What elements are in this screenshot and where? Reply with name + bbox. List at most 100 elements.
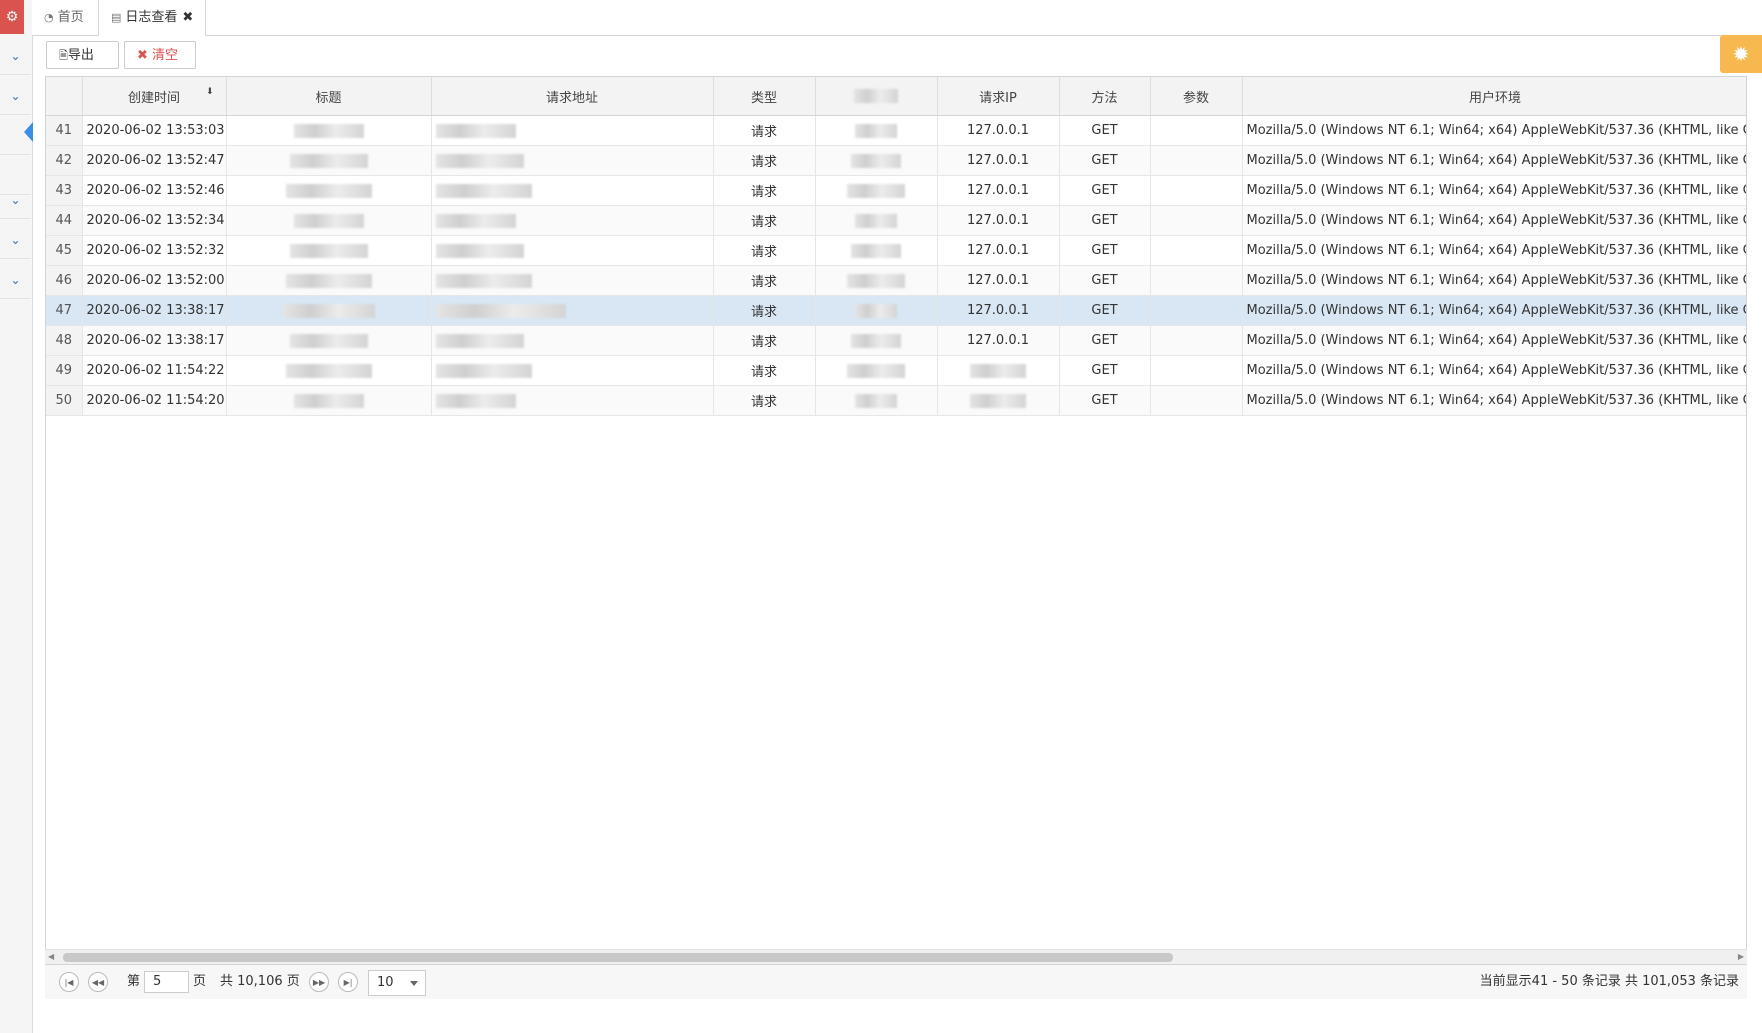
cell-created: 2020-06-02 13:52:46	[82, 175, 227, 206]
last-page-icon[interactable]: ▶|	[338, 972, 358, 992]
cell-params	[1150, 385, 1243, 416]
prev-page-icon[interactable]: ◀◀	[88, 972, 108, 992]
cell-ua: Mozilla/5.0 (Windows NT 6.1; Win64; x64)…	[1242, 295, 1746, 326]
export-button[interactable]: 🗎导出	[46, 41, 119, 69]
cell-ip: 127.0.0.1	[937, 145, 1060, 176]
cell-params	[1150, 115, 1243, 146]
cell-ip: 127.0.0.1	[937, 325, 1060, 356]
row-number: 50	[46, 385, 83, 416]
cell-url-redacted	[431, 115, 714, 146]
cell-method: GET	[1059, 175, 1151, 206]
redacted-value	[435, 213, 516, 228]
tab-log-view[interactable]: ▤ 日志查看 ✖	[98, 0, 207, 36]
col-header-created[interactable]: 创建时间 ⬇	[82, 77, 227, 116]
table-row[interactable]: 43 2020-06-02 13:52:46 请求 127.0.0.1 GET Mozil…	[46, 175, 1746, 206]
page-size-select[interactable]: 10	[368, 970, 426, 996]
col-header-url[interactable]: 请求地址	[431, 77, 714, 116]
redacted-value	[285, 273, 372, 288]
table-row[interactable]: 46 2020-06-02 13:52:00 请求 127.0.0.1 GET Mozil…	[46, 265, 1746, 296]
first-page-icon[interactable]: |◀	[59, 972, 79, 992]
row-number: 49	[46, 355, 83, 386]
redacted-value	[282, 303, 375, 318]
col-header-title[interactable]: 标题	[226, 77, 432, 116]
cell-method: GET	[1059, 355, 1151, 386]
settings-gear-icon[interactable]: ✹	[1720, 35, 1762, 73]
cell-title-redacted	[226, 145, 432, 176]
clear-label: 清空	[152, 48, 179, 63]
col-header-type[interactable]: 类型	[713, 77, 816, 116]
col-header-method[interactable]: 方法	[1059, 77, 1151, 116]
redacted-value	[855, 393, 897, 408]
horizontal-scrollbar[interactable]: ◀ ▶	[45, 949, 1747, 964]
clear-button[interactable]: ✖ 清空	[124, 41, 196, 69]
cell-type: 请求	[713, 325, 816, 356]
network-icon[interactable]: ⚙	[0, 0, 24, 34]
chevron-down-icon[interactable]: ⌄	[0, 38, 31, 75]
tab-home[interactable]: ◔ 首页	[32, 0, 96, 35]
table-row[interactable]: 44 2020-06-02 13:52:34 请求 127.0.0.1 GET Mozil…	[46, 205, 1746, 236]
table-row[interactable]: 45 2020-06-02 13:52:32 请求 127.0.0.1 GET Mozil…	[46, 235, 1746, 266]
cell-redacted	[815, 295, 938, 326]
cell-url-redacted	[431, 145, 714, 176]
page-number-input[interactable]: 5	[144, 971, 189, 993]
close-icon[interactable]: ✖	[182, 10, 193, 25]
cell-params	[1150, 265, 1243, 296]
cell-ua: Mozilla/5.0 (Windows NT 6.1; Win64; x64)…	[1242, 385, 1746, 416]
row-number: 42	[46, 145, 83, 176]
list-icon: ▤	[111, 11, 122, 24]
col-header-ua[interactable]: 用户环境	[1242, 77, 1746, 116]
table-row[interactable]: 50 2020-06-02 11:54:20 请求 GET Mozilla/5.0 (W…	[46, 385, 1746, 416]
chevron-down-icon[interactable]: ⌄	[0, 222, 31, 259]
col-header-redacted[interactable]	[815, 77, 938, 116]
cell-params	[1150, 355, 1243, 386]
cell-url-redacted	[431, 295, 714, 326]
scrollbar-thumb[interactable]	[63, 953, 1173, 962]
row-number: 47	[46, 295, 83, 326]
cell-url-redacted	[431, 205, 714, 236]
chevron-down-icon[interactable]: ⌄	[0, 182, 31, 219]
cell-method: GET	[1059, 145, 1151, 176]
sort-desc-icon[interactable]: ⬇	[206, 87, 214, 97]
chevron-down-icon[interactable]: ⌄	[0, 262, 31, 299]
redacted-value	[855, 213, 897, 228]
cell-title-redacted	[226, 325, 432, 356]
cell-title-redacted	[226, 175, 432, 206]
cell-type: 请求	[713, 115, 816, 146]
cell-created: 2020-06-02 13:38:17	[82, 295, 227, 326]
cell-ip: 127.0.0.1	[937, 235, 1060, 266]
cell-ip: 127.0.0.1	[937, 265, 1060, 296]
cell-params	[1150, 295, 1243, 326]
table-row[interactable]: 49 2020-06-02 11:54:22 请求 GET Mozilla/5.0 (W…	[46, 355, 1746, 386]
page-suffix: 页	[193, 974, 207, 989]
table-row[interactable]: 41 2020-06-02 13:53:03 请求 127.0.0.1 GET Mozil…	[46, 115, 1746, 146]
cell-method: GET	[1059, 265, 1151, 296]
cell-type: 请求	[713, 145, 816, 176]
col-header-params[interactable]: 参数	[1150, 77, 1243, 116]
redacted-value	[293, 213, 364, 228]
row-number: 48	[46, 325, 83, 356]
cell-method: GET	[1059, 325, 1151, 356]
page-size-value: 10	[377, 975, 394, 990]
table-row[interactable]: 42 2020-06-02 13:52:47 请求 127.0.0.1 GET Mozil…	[46, 145, 1746, 176]
redacted-value	[289, 243, 368, 258]
cell-ua: Mozilla/5.0 (Windows NT 6.1; Win64; x64)…	[1242, 265, 1746, 296]
tab-log-label: 日志查看	[125, 10, 178, 25]
redacted-value	[435, 393, 516, 408]
cell-params	[1150, 145, 1243, 176]
scroll-left-icon[interactable]: ◀	[48, 950, 54, 964]
chevron-down-icon[interactable]: ⌄	[0, 78, 31, 115]
table-row[interactable]: 47 2020-06-02 13:38:17 请求 127.0.0.1 GET Mozil…	[46, 295, 1746, 326]
cell-created: 2020-06-02 13:53:03	[82, 115, 227, 146]
cell-ua: Mozilla/5.0 (Windows NT 6.1; Win64; x64)…	[1242, 235, 1746, 266]
cell-title-redacted	[226, 205, 432, 236]
next-page-icon[interactable]: ▶▶	[309, 972, 329, 992]
table-row[interactable]: 48 2020-06-02 13:38:17 请求 127.0.0.1 GET Mozil…	[46, 325, 1746, 356]
scroll-right-icon[interactable]: ▶	[1738, 950, 1744, 964]
page-prefix: 第	[127, 974, 141, 989]
cell-method: GET	[1059, 295, 1151, 326]
redacted-value	[435, 153, 524, 168]
cell-created: 2020-06-02 13:52:34	[82, 205, 227, 236]
cell-redacted	[815, 205, 938, 236]
col-header-ip[interactable]: 请求IP	[937, 77, 1060, 116]
total-pages: 共 10,106 页	[220, 974, 300, 989]
